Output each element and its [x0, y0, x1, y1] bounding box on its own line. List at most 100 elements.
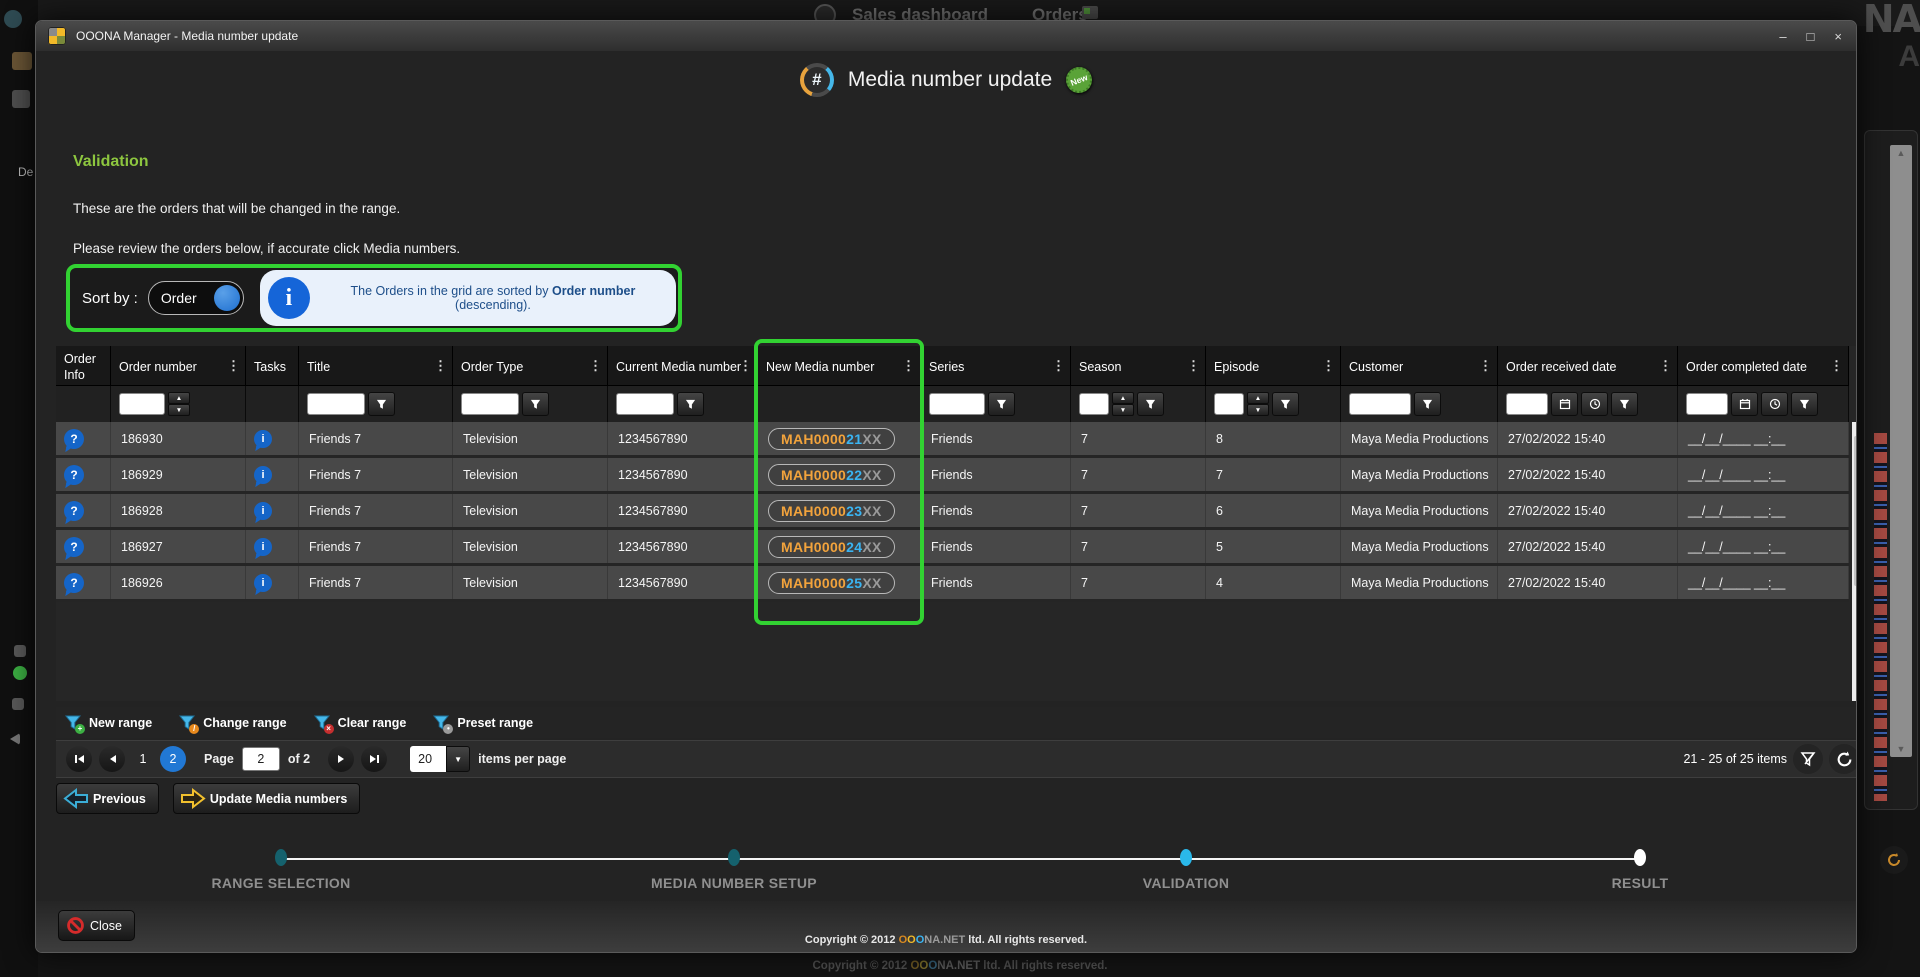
order-number-filter-input[interactable]	[119, 393, 165, 415]
change-range-button[interactable]: / Change range	[178, 714, 286, 732]
page-button-1[interactable]: 1	[132, 752, 154, 766]
window-titlebar[interactable]: OOONA Manager - Media number update – □ …	[36, 21, 1856, 51]
series-filter-button[interactable]	[988, 392, 1015, 416]
column-header-title[interactable]: Title⋮	[299, 346, 453, 386]
column-menu-icon[interactable]: ⋮	[739, 357, 752, 373]
column-menu-icon[interactable]: ⋮	[902, 357, 915, 373]
completed-date-filter-button[interactable]	[1791, 392, 1818, 416]
order-info-icon[interactable]: ?	[64, 573, 84, 593]
table-row[interactable]: ? 186927 i Friends 7 Television 12345678…	[56, 530, 1849, 566]
table-row[interactable]: ? 186930 i Friends 7 Television 12345678…	[56, 422, 1849, 458]
column-header-season[interactable]: Season⋮	[1071, 346, 1206, 386]
received-date-filter-button[interactable]	[1611, 392, 1638, 416]
series-filter-input[interactable]	[929, 393, 985, 415]
tasks-icon[interactable]: i	[254, 466, 272, 484]
new-media-number-pill[interactable]: MAH000022XX	[768, 464, 895, 486]
column-menu-icon[interactable]: ⋮	[1659, 357, 1672, 373]
current-media-filter-button[interactable]	[677, 392, 704, 416]
toggle-knob[interactable]	[214, 285, 240, 311]
received-date-filter-input[interactable]	[1506, 393, 1548, 415]
order-type-filter-button[interactable]	[522, 392, 549, 416]
column-header-current-media-number[interactable]: Current Media number⋮	[608, 346, 758, 386]
column-header-order-number[interactable]: Order number⋮	[111, 346, 246, 386]
close-window-button[interactable]: ×	[1834, 30, 1842, 43]
column-header-new-media-number[interactable]: New Media number⋮	[758, 346, 921, 386]
column-menu-icon[interactable]: ⋮	[227, 357, 240, 373]
sort-toggle[interactable]: Order	[148, 281, 244, 315]
minimize-button[interactable]: –	[1779, 30, 1786, 43]
column-header-episode[interactable]: Episode⋮	[1206, 346, 1341, 386]
episode-spinner[interactable]: ▲▼	[1247, 392, 1269, 416]
tasks-icon[interactable]: i	[254, 538, 272, 556]
preset-range-button[interactable]: • Preset range	[432, 714, 533, 732]
page-title: Media number update	[848, 68, 1052, 92]
episode-filter-input[interactable]	[1214, 393, 1244, 415]
order-info-icon[interactable]: ?	[64, 537, 84, 557]
column-header-tasks[interactable]: Tasks	[246, 346, 299, 386]
column-menu-icon[interactable]: ⋮	[434, 357, 447, 373]
column-header-order-type[interactable]: Order Type⋮	[453, 346, 608, 386]
clear-range-button[interactable]: × Clear range	[313, 714, 407, 732]
completed-date-filter-input[interactable]	[1686, 393, 1728, 415]
tasks-icon[interactable]: i	[254, 574, 272, 592]
new-range-button[interactable]: + New range	[64, 714, 152, 732]
season-spinner[interactable]: ▲▼	[1112, 392, 1134, 416]
column-header-order-info[interactable]: Order Info	[56, 346, 111, 386]
clear-filters-icon[interactable]	[1793, 744, 1823, 774]
new-media-number-pill[interactable]: MAH000024XX	[768, 536, 895, 558]
grid-scrollbar[interactable]: ▲ ▼	[1852, 422, 1857, 701]
column-header-order-completed-date[interactable]: Order completed date⋮	[1678, 346, 1849, 386]
order-info-icon[interactable]: ?	[64, 429, 84, 449]
new-media-number-pill[interactable]: MAH000025XX	[768, 572, 895, 594]
items-per-page-select[interactable]: 20 ▼	[410, 746, 470, 772]
table-row[interactable]: ? 186926 i Friends 7 Television 12345678…	[56, 566, 1849, 602]
column-menu-icon[interactable]: ⋮	[1052, 357, 1065, 373]
chevron-down-icon[interactable]: ▼	[446, 746, 470, 772]
column-header-customer[interactable]: Customer⋮	[1341, 346, 1498, 386]
episode-filter-button[interactable]	[1272, 392, 1299, 416]
step-dot	[1634, 849, 1646, 866]
season-filter-button[interactable]	[1137, 392, 1164, 416]
maximize-button[interactable]: □	[1807, 30, 1815, 43]
column-header-order-received-date[interactable]: Order received date⋮	[1498, 346, 1678, 386]
update-media-numbers-button[interactable]: Update Media numbers	[173, 783, 361, 814]
customer-filter-button[interactable]	[1414, 392, 1441, 416]
received-date-time-button[interactable]	[1581, 392, 1608, 416]
next-page-button[interactable]	[328, 746, 354, 772]
order-number-spinner[interactable]: ▲▼	[168, 392, 190, 416]
refresh-icon[interactable]	[1829, 744, 1857, 774]
title-filter-button[interactable]	[368, 392, 395, 416]
new-media-number-pill[interactable]: MAH000023XX	[768, 500, 895, 522]
table-row[interactable]: ? 186929 i Friends 7 Television 12345678…	[56, 458, 1849, 494]
scroll-up-icon[interactable]: ▲	[1852, 424, 1857, 433]
scrollbar-thumb[interactable]	[1854, 436, 1857, 586]
completed-date-calendar-button[interactable]	[1731, 392, 1758, 416]
column-header-series[interactable]: Series⋮	[921, 346, 1071, 386]
first-page-button[interactable]	[66, 746, 92, 772]
table-row[interactable]: ? 186928 i Friends 7 Television 12345678…	[56, 494, 1849, 530]
received-date-calendar-button[interactable]	[1551, 392, 1578, 416]
background-chart-icon	[1082, 6, 1098, 19]
column-menu-icon[interactable]: ⋮	[1479, 357, 1492, 373]
customer-filter-input[interactable]	[1349, 393, 1411, 415]
tasks-icon[interactable]: i	[254, 430, 272, 448]
previous-page-button[interactable]	[99, 746, 125, 772]
page-number-input[interactable]	[242, 747, 280, 771]
tasks-icon[interactable]: i	[254, 502, 272, 520]
title-filter-input[interactable]	[307, 393, 365, 415]
previous-button[interactable]: Previous	[56, 783, 159, 814]
column-menu-icon[interactable]: ⋮	[1830, 357, 1843, 373]
season-filter-input[interactable]	[1079, 393, 1109, 415]
order-info-icon[interactable]: ?	[64, 501, 84, 521]
last-page-button[interactable]	[361, 746, 387, 772]
completed-date-time-button[interactable]	[1761, 392, 1788, 416]
current-media-filter-input[interactable]	[616, 393, 674, 415]
column-menu-icon[interactable]: ⋮	[589, 357, 602, 373]
new-media-number-pill[interactable]: MAH000021XX	[768, 428, 895, 450]
order-info-icon[interactable]: ?	[64, 465, 84, 485]
order-type-filter-input[interactable]	[461, 393, 519, 415]
column-menu-icon[interactable]: ⋮	[1322, 357, 1335, 373]
column-menu-icon[interactable]: ⋮	[1187, 357, 1200, 373]
page-button-2-current[interactable]: 2	[160, 746, 186, 772]
scroll-down-icon[interactable]: ▼	[1852, 690, 1857, 699]
